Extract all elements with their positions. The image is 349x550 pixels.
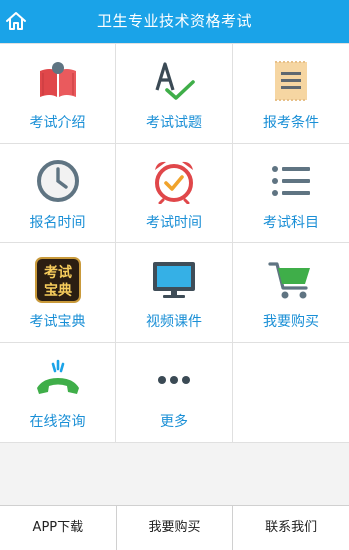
page-title: 卫生专业技术资格考试 [96,12,252,30]
exam-book-logo: 考试 宝典 [33,257,83,303]
menu-item-label: 考试介绍 [29,115,86,131]
alarm-clock-icon [149,158,199,204]
menu-item-label: 考试时间 [146,215,202,231]
menu-item-registration-time[interactable]: 报名时间 [0,144,116,243]
bottom-bar: APP下载 我要购买 联系我们 [0,505,349,550]
menu-item-exam-intro[interactable]: 考试介绍 [0,44,116,144]
menu-item-label: 视频课件 [146,314,202,330]
menu-item-requirements[interactable]: 报考条件 [233,44,349,144]
book-icon [33,58,83,104]
more-icon [149,357,199,403]
menu-item-exam-time[interactable]: 考试时间 [116,144,233,243]
menu-item-video-courses[interactable]: 视频课件 [116,243,233,343]
menu-item-label: 更多 [160,414,188,430]
grade-check-icon [149,58,199,104]
menu-item-label: 考试宝典 [29,314,86,330]
menu-item-empty [233,343,349,443]
list-icon [266,158,316,204]
clock-icon [33,158,83,204]
menu-item-label: 考试试题 [146,115,202,131]
menu-item-online-consult[interactable]: 在线咨询 [0,343,116,443]
svg-text:宝典: 宝典 [44,282,72,299]
menu-item-exam-questions[interactable]: 考试试题 [116,44,233,144]
menu-grid: 考试介绍 考试试题 报考条件 报名时间 考试时间 考试科目 考试 宝典 考试宝典… [0,43,349,443]
contact-us-button[interactable]: 联系我们 [233,506,349,550]
menu-item-label: 考试科目 [263,215,319,231]
menu-item-more[interactable]: 更多 [116,343,233,443]
menu-item-exam-guide[interactable]: 考试 宝典 考试宝典 [0,243,116,343]
phone-icon [33,357,83,403]
svg-text:考试: 考试 [44,264,72,281]
cart-icon [266,257,316,303]
menu-item-exam-subjects[interactable]: 考试科目 [233,144,349,243]
menu-item-label: 在线咨询 [29,414,86,430]
document-icon [266,58,316,104]
monitor-icon [149,257,199,303]
buy-button[interactable]: 我要购买 [117,506,234,550]
menu-item-label: 我要购买 [263,314,319,330]
header-bar: 卫生专业技术资格考试 [0,0,349,43]
menu-item-purchase[interactable]: 我要购买 [233,243,349,343]
menu-item-label: 报名时间 [29,215,86,231]
app-download-button[interactable]: APP下载 [0,506,117,550]
menu-item-label: 报考条件 [263,115,319,131]
